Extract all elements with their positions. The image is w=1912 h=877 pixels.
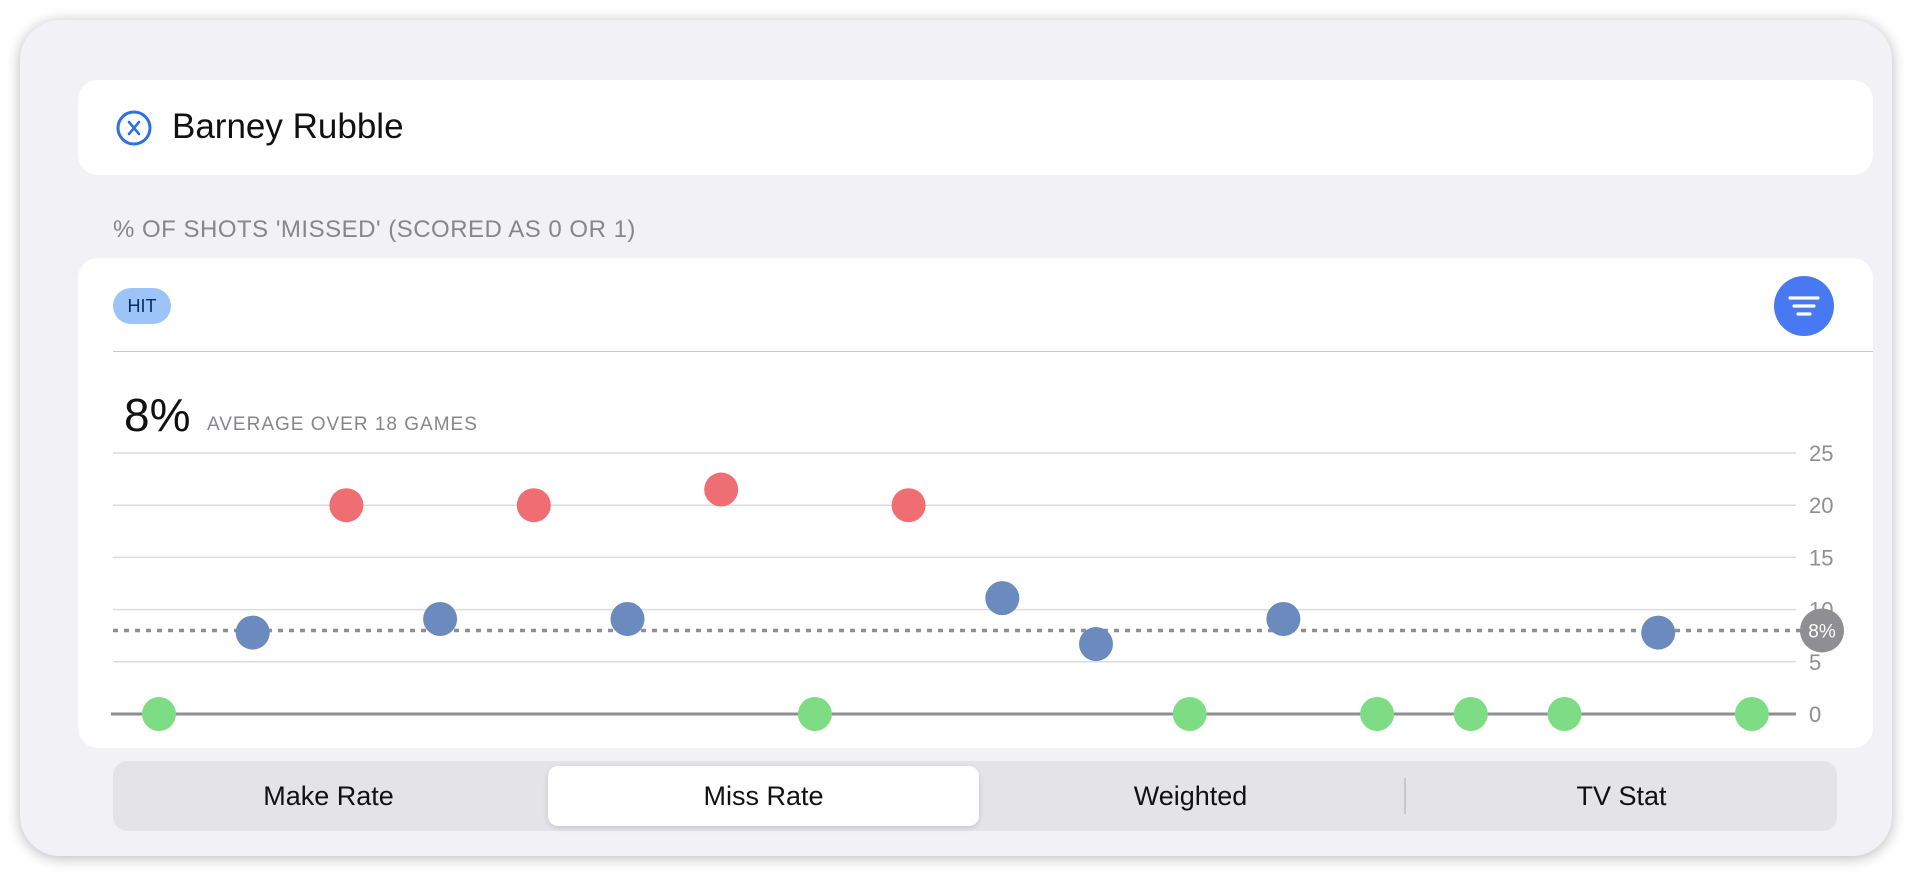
y-tick-label: 0: [1809, 702, 1821, 727]
y-tick-label: 15: [1809, 545, 1833, 570]
tab-make-rate[interactable]: Make Rate: [113, 761, 544, 831]
data-point: [985, 581, 1020, 616]
metric-segmented-control: Make Rate Miss Rate Weighted TV Stat: [113, 761, 1837, 831]
data-point: [1453, 697, 1488, 731]
y-tick-label: 20: [1809, 493, 1833, 518]
y-tick-label: 5: [1809, 650, 1821, 675]
average-badge-label: 8%: [1808, 621, 1836, 642]
data-point: [329, 488, 364, 523]
player-header: Barney Rubble: [78, 80, 1873, 175]
data-point: [891, 488, 926, 523]
data-point: [1079, 627, 1113, 662]
tab-miss-rate[interactable]: Miss Rate: [548, 766, 979, 826]
data-point: [142, 697, 176, 731]
data-point: [1172, 697, 1207, 731]
chart-card: HIT 8% AVERAGE OVER 18 GAMES 25201510508…: [78, 258, 1873, 748]
player-name: Barney Rubble: [172, 107, 404, 146]
data-point: [516, 488, 551, 523]
close-icon[interactable]: [115, 109, 153, 147]
data-point: [797, 697, 832, 731]
data-point: [704, 472, 739, 507]
stats-panel: Barney Rubble % OF SHOTS 'MISSED' (SCORE…: [20, 20, 1892, 856]
data-point: [423, 601, 458, 636]
section-title: % OF SHOTS 'MISSED' (SCORED AS 0 OR 1): [113, 216, 636, 243]
y-tick-label: 25: [1809, 441, 1833, 466]
data-point: [1266, 601, 1301, 636]
data-point: [1360, 697, 1395, 731]
data-point: [235, 615, 270, 650]
miss-rate-scatter-chart: 25201510508%: [111, 441, 1844, 731]
data-point: [1734, 697, 1769, 731]
tab-weighted[interactable]: Weighted: [975, 761, 1406, 831]
data-point: [610, 601, 645, 636]
data-point: [1547, 697, 1582, 731]
tab-tv-stat[interactable]: TV Stat: [1406, 761, 1837, 831]
data-point: [1641, 615, 1676, 650]
